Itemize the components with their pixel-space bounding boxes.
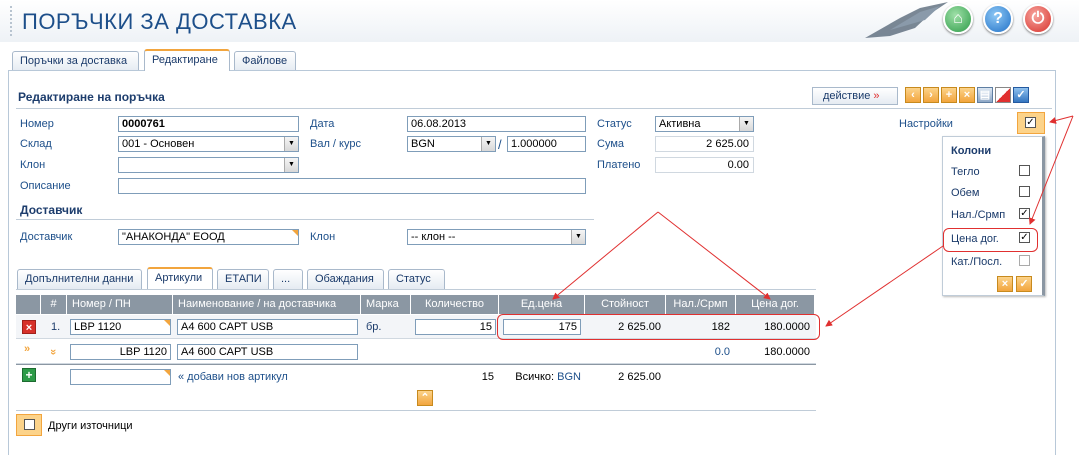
tab-articles[interactable]: Артикули — [147, 267, 213, 289]
tab-edit[interactable]: Редактиране — [144, 49, 230, 71]
